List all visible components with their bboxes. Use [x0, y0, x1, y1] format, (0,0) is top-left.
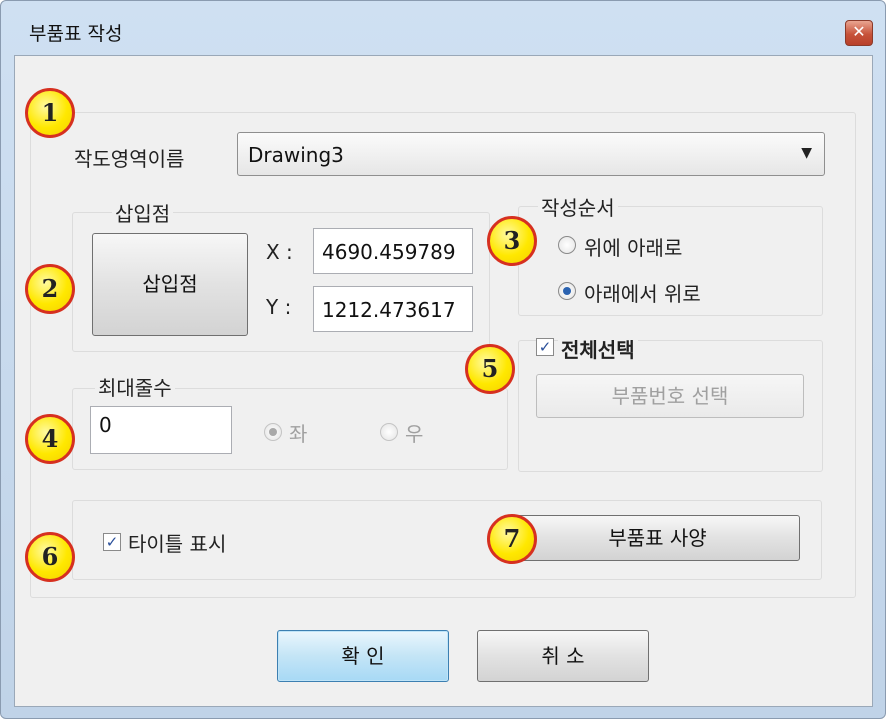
ok-button[interactable]: 확 인 [277, 630, 449, 682]
x-coordinate-field[interactable]: 4690.459789 [313, 228, 473, 274]
title-display-label: 타이틀 표시 [128, 532, 227, 556]
title-display-checkbox[interactable]: ✓ [103, 533, 121, 551]
max-rows-group-label: 최대줄수 [95, 372, 175, 401]
order-top-down-label: 위에 아래로 [584, 236, 683, 260]
title-bar[interactable]: 부품표 작성 ✕ [1, 1, 885, 55]
chevron-down-icon: ▼ [801, 145, 812, 161]
y-coordinate-field[interactable]: 1212.473617 [313, 286, 473, 332]
callout-badge-7: 7 [487, 514, 537, 564]
insert-point-group-label: 삽입점 [112, 198, 174, 227]
align-right-label: 우 [405, 422, 424, 446]
parts-list-spec-button[interactable]: 부품표 사양 [515, 515, 800, 561]
select-all-label: 전체선택 [558, 334, 638, 363]
insert-point-button[interactable]: 삽입점 [92, 233, 248, 336]
callout-badge-4: 4 [25, 414, 75, 464]
y-label: Y : [266, 295, 292, 319]
order-group-label: 작성순서 [538, 192, 618, 221]
max-rows-field[interactable]: 0 [90, 406, 232, 454]
callout-badge-2: 2 [25, 264, 75, 314]
align-left-radio[interactable] [264, 423, 282, 441]
drawing-area-value: Drawing3 [248, 143, 344, 167]
order-top-down-radio[interactable] [558, 236, 576, 254]
x-label: X : [266, 240, 293, 264]
part-number-select-button[interactable]: 부품번호 선택 [536, 374, 804, 418]
drawing-area-label: 작도영역이름 [74, 147, 185, 171]
callout-badge-5: 5 [465, 344, 515, 394]
align-left-label: 좌 [289, 422, 308, 446]
close-icon[interactable]: ✕ [845, 20, 873, 46]
callout-badge-1: 1 [25, 88, 75, 138]
align-right-radio[interactable] [380, 423, 398, 441]
window-title: 부품표 작성 [29, 23, 123, 45]
callout-badge-6: 6 [25, 532, 75, 582]
order-bottom-up-label: 아래에서 위로 [584, 282, 701, 306]
drawing-area-dropdown[interactable]: Drawing3 ▼ [237, 132, 825, 176]
order-bottom-up-radio[interactable] [558, 282, 576, 300]
callout-badge-3: 3 [487, 216, 537, 266]
cancel-button[interactable]: 취 소 [477, 630, 649, 682]
select-all-checkbox[interactable]: ✓ [536, 338, 554, 356]
